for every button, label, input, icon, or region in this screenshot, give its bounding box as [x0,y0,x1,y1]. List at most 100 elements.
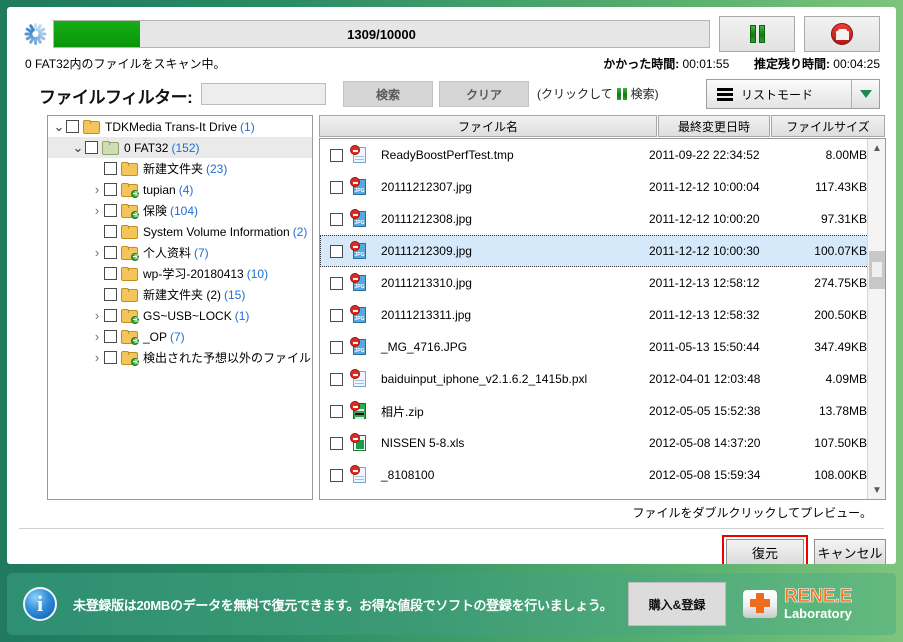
brand-subtitle: Laboratory [784,606,852,622]
list-mode-dropdown[interactable]: リストモード [706,79,880,109]
chevron-right-icon[interactable]: › [90,351,104,364]
tree-node[interactable]: › 个人资料 (7) [48,242,312,263]
application-window: 1309/10000 0 FAT32内のファイルをスキャン中。 かかった時間: … [0,0,903,642]
row-checkbox[interactable] [330,436,343,450]
scroll-down-icon[interactable]: ▼ [868,481,885,499]
tree-node-count: (104) [170,203,199,218]
tree-node-label: 検出された予想以外のファイル [143,351,312,365]
tree-node-label: GS~USB~LOCK [143,308,232,323]
column-header-modified[interactable]: 最終変更日時 [658,115,770,137]
divider [19,528,884,529]
tree-node[interactable]: ⌄ 0 FAT32 (152) [48,137,312,158]
pause-button[interactable] [719,16,795,52]
row-checkbox[interactable] [330,372,343,386]
chevron-down-icon[interactable] [851,80,879,108]
scan-status-line: 0 FAT32内のファイルをスキャン中。 かかった時間: 00:01:55 推定… [25,55,880,73]
tree-node-checkbox[interactable] [85,141,98,154]
tree-node-checkbox[interactable] [104,183,117,196]
cell-modified: 2011-12-12 10:00:30 [649,244,760,258]
tree-node-count: (2) [292,224,308,239]
remaining-value: 00:04:25 [833,57,880,71]
tree-node-checkbox[interactable] [104,330,117,343]
table-row[interactable]: 20111212307.jpg2011-12-12 10:00:04117.43… [320,171,885,203]
row-checkbox[interactable] [330,180,343,194]
row-checkbox[interactable] [330,468,343,482]
table-row[interactable]: baiduinput_iphone_v2.1.6.2_1415b.pxl 2012… [320,363,885,395]
remaining-label: 推定残り時間: [753,57,830,71]
chevron-right-icon[interactable]: › [90,330,104,343]
table-row[interactable]: NISSEN 5-8.xls 2012-05-08 14:37:20 107.50K… [320,427,885,459]
promo-footer: i 未登録版は20MBのデータを無料で復元できます。お得な値段でソフトの登録を行… [7,573,896,635]
info-icon: i [23,587,57,621]
cell-filename: 20111212308.jpg [381,212,472,226]
table-row[interactable]: _8108100 2012-05-08 15:59:34 108.00KB [320,459,885,491]
scroll-up-icon[interactable]: ▲ [868,139,885,157]
table-row[interactable]: 20111212308.jpg2011-12-12 10:00:2097.31K… [320,203,885,235]
tree-node[interactable]: › 検出された予想以外のファイル [48,347,312,368]
row-checkbox[interactable] [330,244,343,258]
file-generic-icon [350,465,369,484]
tree-node[interactable]: System Volume Information (2) [48,221,312,242]
row-checkbox[interactable] [330,340,343,354]
tree-node-checkbox[interactable] [104,246,117,259]
tree-node[interactable]: wp-学习-20180413 (10) [48,263,312,284]
tree-node-count: (7) [194,245,209,260]
buy-register-button[interactable]: 購入&登録 [628,582,726,626]
tree-node-label: 0 FAT32 [124,140,169,155]
tree-node-label: wp-学习-20180413 [143,267,244,281]
table-row[interactable]: 20111212309.jpg2011-12-12 10:00:30100.07… [320,235,885,267]
chevron-right-icon[interactable]: › [90,246,104,259]
row-checkbox[interactable] [330,308,343,322]
tree-node-checkbox[interactable] [104,267,117,280]
tree-node-checkbox[interactable] [104,204,117,217]
cell-filename: 20111213311.jpg [381,308,472,322]
tree-node[interactable]: 新建文件夹 (2) (15) [48,284,312,305]
row-checkbox[interactable] [330,148,343,162]
chevron-right-icon[interactable]: › [90,204,104,217]
scan-progress-label: 1309/10000 [347,26,416,42]
column-header-filename[interactable]: ファイル名 [319,115,657,137]
table-row[interactable]: 20111213310.jpg2011-12-13 12:58:12274.75… [320,267,885,299]
row-checkbox[interactable] [330,276,343,290]
table-row[interactable]: ReadyBoostPerfTest.tmp 2011-09-22 22:34:5… [320,139,885,171]
tree-node[interactable]: 新建文件夹 (23) [48,158,312,179]
cell-filename: _MG_4716.JPG [381,340,468,354]
file-list-body[interactable]: ReadyBoostPerfTest.tmp 2011-09-22 22:34:5… [319,138,886,500]
tree-node-checkbox[interactable] [104,309,117,322]
cancel-button[interactable]: キャンセル [814,539,886,564]
tree-node-checkbox[interactable] [104,225,117,238]
tree-node[interactable]: › _OP (7) [48,326,312,347]
chevron-right-icon[interactable]: › [90,309,104,322]
cell-filename: 20111212307.jpg [381,180,472,194]
folder-tree-panel[interactable]: ⌄ TDKMedia Trans-It Drive (1) ⌄ 0 FAT32 (152)… [47,115,313,500]
tree-node[interactable]: › 保険 (104) [48,200,312,221]
cell-modified: 2011-12-12 10:00:20 [649,212,760,226]
tree-node[interactable]: › GS~USB~LOCK (1) [48,305,312,326]
tree-node-checkbox[interactable] [104,351,117,364]
file-filter-input[interactable] [201,83,326,105]
search-button[interactable]: 検索 [343,81,433,107]
chevron-right-icon[interactable]: › [90,183,104,196]
tree-node-checkbox[interactable] [104,162,117,175]
chevron-down-icon[interactable]: ⌄ [52,120,66,133]
table-row[interactable]: 相片.zip 2012-05-05 15:52:38 13.78MB [320,395,885,427]
file-generic-icon [350,369,369,388]
file-list-scrollbar[interactable]: ▲ ▼ [867,139,885,499]
preview-hint: ファイルをダブルクリックしてプレビュー。 [632,506,872,520]
stop-button[interactable] [804,16,880,52]
restore-button[interactable]: 復元 [726,539,804,564]
table-row[interactable]: 20111213311.jpg2011-12-13 12:58:32200.50… [320,299,885,331]
column-header-filesize[interactable]: ファイルサイズ [771,115,885,137]
row-checkbox[interactable] [330,404,343,418]
clear-button[interactable]: クリア [439,81,529,107]
table-row[interactable]: _MG_4716.JPG2011-05-13 15:50:44347.49KB [320,331,885,363]
tree-node[interactable]: › tupian (4) [48,179,312,200]
row-checkbox[interactable] [330,212,343,226]
tree-node[interactable]: ⌄ TDKMedia Trans-It Drive (1) [48,116,312,137]
cell-modified: 2011-12-13 12:58:32 [649,308,760,322]
scrollbar-thumb[interactable] [869,251,885,289]
cell-filename: NISSEN 5-8.xls [381,436,465,450]
tree-node-checkbox[interactable] [66,120,79,133]
chevron-down-icon[interactable]: ⌄ [71,141,85,154]
tree-node-checkbox[interactable] [104,288,117,301]
